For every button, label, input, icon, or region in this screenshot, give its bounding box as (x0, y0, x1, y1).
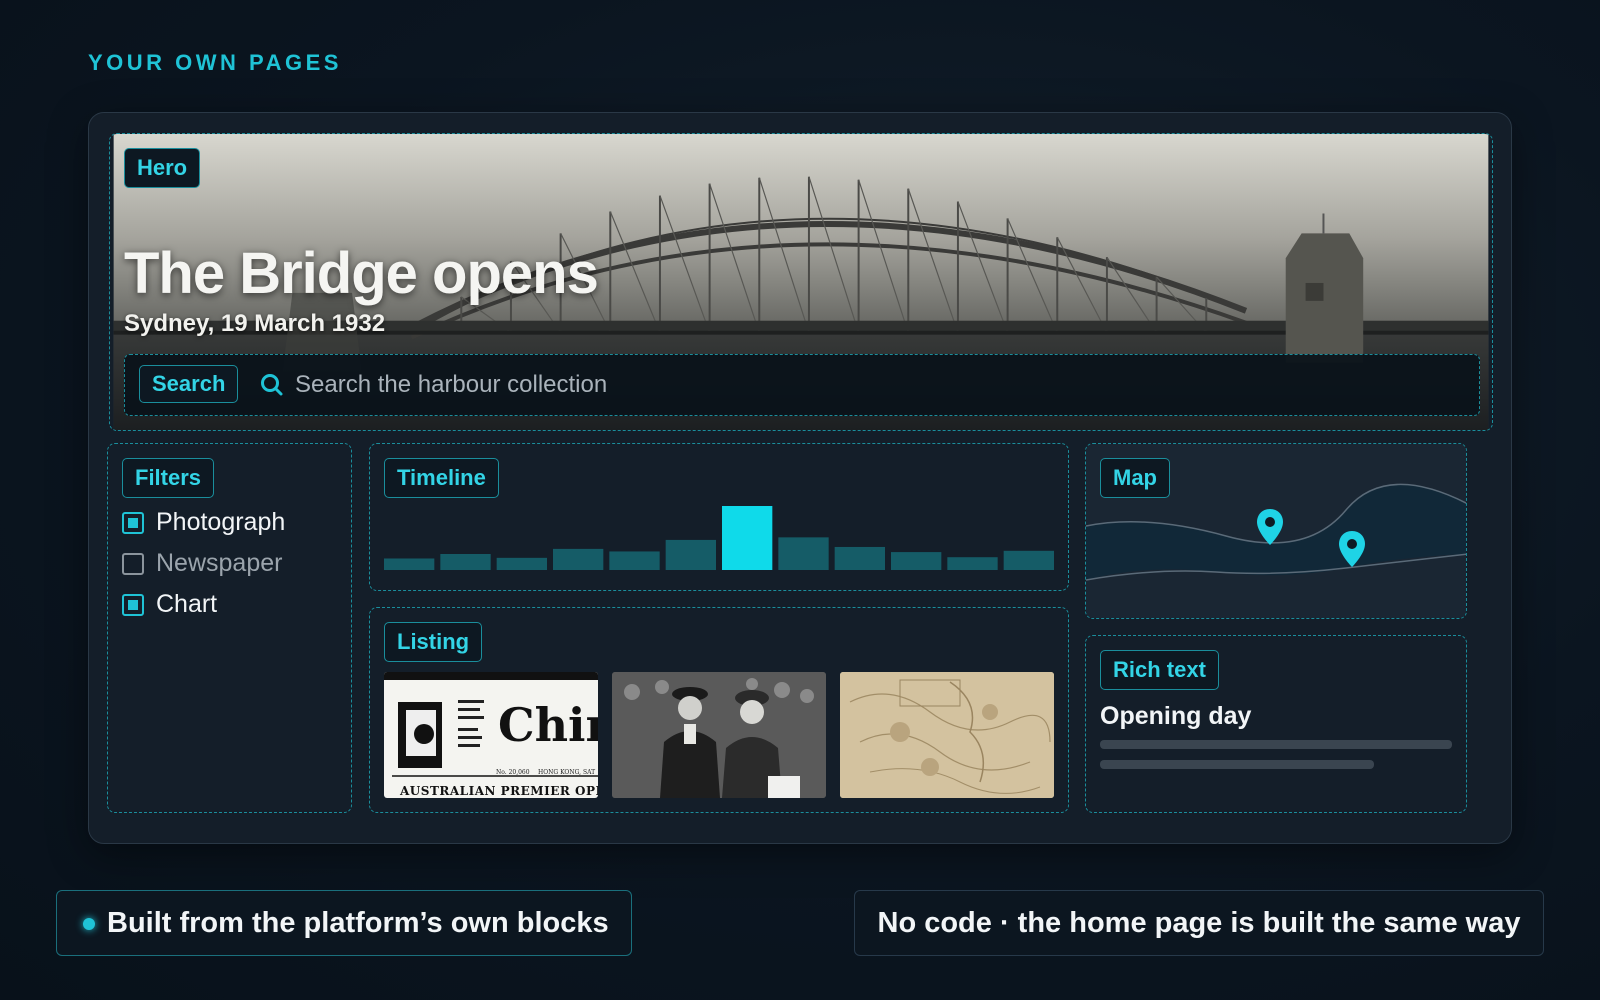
richtext-tag: Rich text (1100, 650, 1219, 690)
timeline-bar[interactable] (778, 537, 829, 570)
timeline-bar[interactable] (553, 548, 604, 570)
filters-block[interactable]: Filters Photograph Newspaper Chart (107, 443, 352, 813)
timeline-tag: Timeline (384, 458, 499, 498)
hero-title: The Bridge opens (124, 241, 599, 306)
section-title: YOUR OWN PAGES (88, 50, 342, 75)
map-pin-icon[interactable] (1338, 530, 1366, 568)
newspaper-masthead: Chin (498, 698, 598, 752)
photograph-thumbnail[interactable] (612, 672, 826, 798)
hero-block[interactable]: Hero The Bridge opens Sydney, 19 March 1… (109, 133, 1493, 431)
hero-subtitle: Sydney, 19 March 1932 (124, 310, 386, 337)
timeline-bar[interactable] (440, 554, 491, 570)
listing-tag: Listing (384, 622, 483, 662)
timeline-bar[interactable] (609, 551, 660, 570)
search-block[interactable]: Search (124, 354, 1480, 416)
people-photo (612, 672, 826, 798)
filter-newspaper[interactable]: Newspaper (122, 549, 282, 578)
newspaper-place: HONG KONG, SAT (538, 769, 596, 776)
timeline-bar[interactable] (384, 558, 435, 570)
timeline-bar[interactable] (891, 552, 942, 570)
listing-block[interactable]: Listing Chin No. 20,060 HONG KONG, SAT A… (369, 607, 1069, 813)
feature-pill-label: Built from the platform’s own blocks (107, 906, 609, 939)
feature-pill-nocode: No code · the home page is built the sam… (854, 890, 1544, 956)
richtext-heading: Opening day (1100, 702, 1252, 730)
map-tag: Map (1100, 458, 1170, 498)
search-input[interactable] (295, 369, 1195, 401)
map-block[interactable]: Map (1085, 443, 1467, 619)
hero-tag: Hero (124, 148, 201, 188)
bullet-dot-icon (83, 918, 95, 930)
filter-label: Photograph (156, 508, 286, 536)
feature-pill-label: No code · the home page is built the sam… (877, 906, 1521, 939)
newspaper-headline: AUSTRALIAN PREMIER OPEN (400, 784, 598, 798)
text-placeholder-line (1100, 740, 1452, 749)
newspaper-thumbnail[interactable]: Chin No. 20,060 HONG KONG, SAT AUSTRALIA… (384, 672, 598, 798)
timeline-block[interactable]: Timeline (369, 443, 1069, 591)
filter-label: Newspaper (156, 549, 283, 577)
checkbox-checked[interactable] (122, 593, 144, 616)
newspaper-issue: No. 20,060 (496, 769, 530, 776)
filter-label: Chart (156, 590, 218, 618)
timeline-bar[interactable] (496, 557, 547, 570)
timeline-bar[interactable] (947, 557, 998, 570)
timeline-bar[interactable] (834, 546, 885, 570)
timeline-bar-highlighted[interactable] (722, 506, 773, 570)
filters-tag: Filters (122, 458, 215, 498)
timeline-bar[interactable] (665, 539, 716, 570)
filter-chart[interactable]: Chart (122, 590, 217, 619)
search-tag: Search (139, 365, 239, 403)
timeline-bars (384, 506, 1054, 570)
nautical-chart-image (840, 672, 1054, 798)
search-icon (261, 374, 283, 396)
richtext-block[interactable]: Rich text Opening day (1085, 635, 1467, 813)
timeline-bar[interactable] (1003, 550, 1054, 570)
chart-thumbnail[interactable] (840, 672, 1054, 798)
text-placeholder-line (1100, 760, 1374, 769)
checkbox-checked[interactable] (122, 511, 144, 534)
feature-pill-blocks: Built from the platform’s own blocks (56, 890, 632, 956)
page-builder-canvas: Hero The Bridge opens Sydney, 19 March 1… (88, 112, 1512, 844)
filter-photograph[interactable]: Photograph (122, 508, 285, 537)
map-pin-icon[interactable] (1256, 508, 1284, 546)
checkbox-unchecked[interactable] (122, 552, 144, 575)
